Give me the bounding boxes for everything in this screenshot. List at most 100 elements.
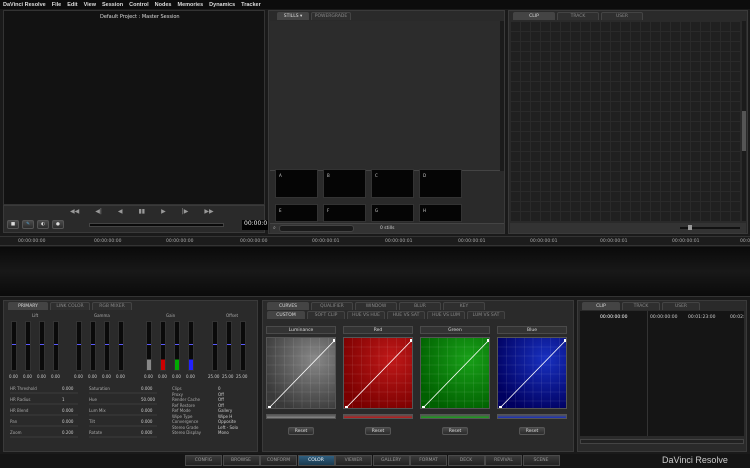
timeline-track[interactable] <box>0 247 750 297</box>
gamma-slider-b[interactable] <box>118 321 124 371</box>
tab-clip-bottom[interactable]: CLIP <box>582 302 620 310</box>
play-reverse-icon[interactable]: ◀ <box>118 208 123 215</box>
tab-primary[interactable]: PRIMARY <box>8 302 48 310</box>
curve-reset-button[interactable]: Reset <box>519 427 545 435</box>
curve-channel-slider[interactable] <box>266 414 336 419</box>
param-value[interactable]: Mono <box>218 430 229 435</box>
curves-tab-2[interactable]: WINDOW <box>355 302 397 310</box>
curves-tab-0[interactable]: CURVES <box>267 302 309 310</box>
still-d[interactable]: D <box>419 169 462 198</box>
still-b[interactable]: B <box>323 169 366 198</box>
param-value[interactable]: 0.000 <box>141 430 152 435</box>
tab-user-top[interactable]: USER <box>601 12 643 20</box>
lift-slider-r[interactable] <box>25 321 31 371</box>
menu-item-4[interactable]: Session <box>102 2 123 8</box>
viewer-tool-3[interactable]: ◐ <box>37 220 49 229</box>
curves-tab-1[interactable]: QUALIFIER <box>311 302 353 310</box>
param-value[interactable]: 0.000 <box>62 408 73 413</box>
curves-subtab-1[interactable]: SOFT CLIP <box>307 311 345 319</box>
param-value[interactable]: Left - Solo <box>218 425 238 430</box>
node-graph-area[interactable] <box>510 21 741 221</box>
curves-subtab-0[interactable]: CUSTOM <box>267 311 305 319</box>
menu-item-2[interactable]: Edit <box>67 2 77 8</box>
menu-item-8[interactable]: Dynamics <box>209 2 235 8</box>
param-value[interactable]: 0.000 <box>141 419 152 424</box>
page-tab-revival[interactable]: REVIVAL <box>485 455 522 466</box>
curves-tab-4[interactable]: KEY <box>443 302 485 310</box>
param-slider[interactable] <box>10 414 78 416</box>
menu-item-3[interactable]: View <box>84 2 96 8</box>
param-slider[interactable] <box>89 403 157 405</box>
gamma-slider-g[interactable] <box>104 321 110 371</box>
param-value[interactable]: Opposite <box>218 419 236 424</box>
param-value[interactable]: 0.000 <box>62 419 73 424</box>
curves-subtab-4[interactable]: HUE VS LUM <box>427 311 465 319</box>
param-value[interactable]: 0.000 <box>62 386 73 391</box>
gain-slider-r[interactable] <box>160 321 166 371</box>
curve-channel-slider[interactable] <box>420 414 490 419</box>
page-tab-scene[interactable]: SCENE <box>522 455 560 466</box>
menu-item-6[interactable]: Nodes <box>155 2 172 8</box>
viewer-tool-4[interactable]: ● <box>52 220 64 229</box>
param-value[interactable]: 0.000 <box>141 386 152 391</box>
still-e[interactable]: E <box>275 204 318 222</box>
step-forward-icon[interactable]: |▶ <box>182 208 189 215</box>
offset-slider-g[interactable] <box>226 321 232 371</box>
still-a[interactable]: A <box>275 169 318 198</box>
play-icon[interactable]: ▶ <box>161 208 166 215</box>
curves-tab-3[interactable]: BLUR <box>399 302 441 310</box>
page-tab-color[interactable]: COLOR <box>297 455 335 466</box>
menu-item-9[interactable]: Tracker <box>241 2 261 8</box>
step-back-icon[interactable]: ◀| <box>95 208 102 215</box>
curve-graph[interactable] <box>343 337 413 409</box>
menu-item-7[interactable]: Memories <box>177 2 203 8</box>
param-value[interactable]: Wipe H <box>218 414 232 419</box>
menu-item-5[interactable]: Control <box>129 2 149 8</box>
still-c[interactable]: C <box>371 169 414 198</box>
curve-channel-slider[interactable] <box>343 414 413 419</box>
tab-clip-top[interactable]: CLIP <box>513 12 555 20</box>
curves-subtab-2[interactable]: HUE VS HUE <box>347 311 385 319</box>
page-tab-browse[interactable]: BROWSE <box>222 455 260 466</box>
param-value[interactable]: 50.000 <box>141 397 155 402</box>
curve-graph[interactable] <box>497 337 567 409</box>
param-value[interactable]: 0.200 <box>62 430 73 435</box>
page-tab-format[interactable]: FORMAT <box>410 455 447 466</box>
param-slider[interactable] <box>10 392 78 394</box>
lift-slider-y[interactable] <box>11 321 17 371</box>
tab-powergrade[interactable]: POWERGRADE <box>311 12 351 20</box>
param-value[interactable]: Off <box>218 403 224 408</box>
param-value[interactable]: Off <box>218 397 224 402</box>
curve-reset-button[interactable]: Reset <box>365 427 391 435</box>
offset-slider-r[interactable] <box>212 321 218 371</box>
curve-reset-button[interactable]: Reset <box>288 427 314 435</box>
still-g[interactable]: G <box>371 204 414 222</box>
offset-slider-b[interactable] <box>240 321 246 371</box>
lift-slider-g[interactable] <box>39 321 45 371</box>
gamma-slider-y[interactable] <box>76 321 82 371</box>
zoom-slider[interactable] <box>680 225 740 230</box>
curve-graph[interactable] <box>420 337 490 409</box>
param-slider[interactable] <box>10 425 78 427</box>
skip-end-icon[interactable]: ▶▶ <box>204 208 213 215</box>
node-graph-scrollbar[interactable] <box>742 21 746 221</box>
viewer-tool-1[interactable]: ■ <box>7 220 19 229</box>
param-slider[interactable] <box>89 436 157 438</box>
curve-line[interactable] <box>344 338 413 409</box>
tab-rgb-mixer[interactable]: RGB MIXER <box>92 302 132 310</box>
tab-stills[interactable]: STILLS ▾ <box>277 12 309 20</box>
lift-slider-b[interactable] <box>53 321 59 371</box>
stop-icon[interactable]: ▮▮ <box>139 208 146 215</box>
scrubber[interactable] <box>89 223 224 227</box>
curve-line[interactable] <box>498 338 567 409</box>
curve-channel-slider[interactable] <box>497 414 567 419</box>
page-tab-conform[interactable]: CONFORM <box>260 455 297 466</box>
gain-slider-g[interactable] <box>174 321 180 371</box>
page-tab-deck[interactable]: DECK <box>447 455 485 466</box>
param-value[interactable]: Off <box>218 392 224 397</box>
curve-line[interactable] <box>267 338 336 409</box>
curve-graph[interactable] <box>266 337 336 409</box>
param-value[interactable]: Gallery <box>218 408 232 413</box>
menu-item-0[interactable]: DaVinci Resolve <box>3 2 46 8</box>
curve-line[interactable] <box>421 338 490 409</box>
